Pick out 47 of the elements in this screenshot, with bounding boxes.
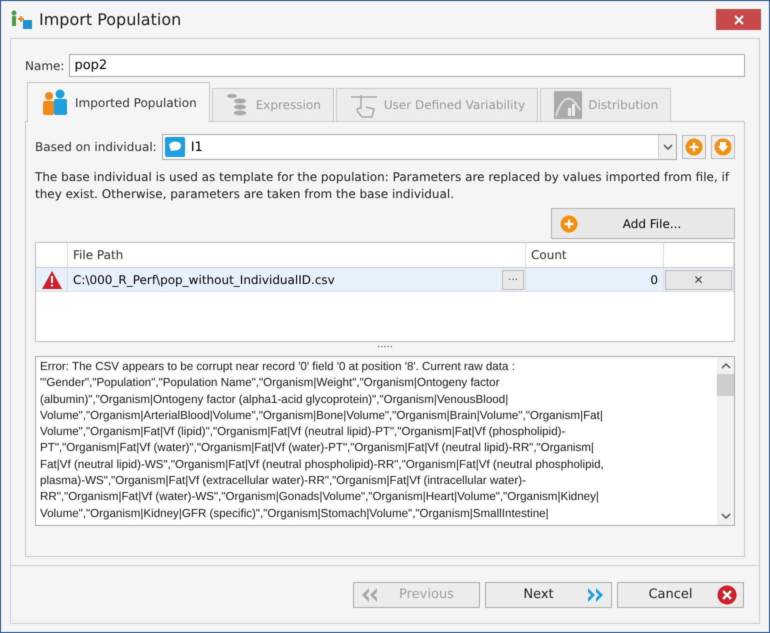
column-header: Count [526,243,664,267]
app-icon [11,10,33,30]
log-line: PT","Organism|Fat|Vf (water)","Organism|Fat|Vf (water)-PT","Organism|Fat|Vf (neutral lipid)-RR","Organism| [40,440,595,456]
splitter-grip[interactable]: ····· [377,342,393,356]
log-line: RR","Organism|Fat|Vf (water)-WS","Organism|Gonads|Volume","Organism|Heart|Volume","Organism|Kidney| [40,489,600,506]
log-line: '"Gender","Population","Population Name","Organism|Weight","Organism|Ontogeny factor [40,375,500,392]
load-individual-button[interactable] [711,135,735,159]
chevron-up-icon [720,362,730,370]
plus-icon [685,138,703,156]
individual-icon [164,137,185,157]
remove-button[interactable]: ✕ [665,270,732,290]
add-individual-button[interactable] [682,135,706,159]
name-label: Name: [25,58,64,72]
name-field[interactable]: pop2 [69,54,745,77]
individual-dropdown[interactable]: I1 [162,134,677,160]
people-icon [40,88,70,118]
browse-button[interactable]: ··· [502,270,524,290]
next-button[interactable]: Next [485,582,612,608]
close-icon [734,14,744,24]
log-line: Fat|Vf (neutral lipid)-WS","Organism|Fat|Vf (neutral phospholipid)-RR","Organism|Fat|Vf (neutral phospholipid, [40,456,605,473]
column-header: File Path [68,243,526,267]
log-line: plasma)-WS","Organism|Fat|Vf (extracellular water)-RR","Organism|Fat|Vf (intracellular water)- [40,473,527,490]
based-on-label: Based on individual: [35,140,157,154]
close-button[interactable] [716,9,761,30]
file-path: C:\000_R_Perf\pop_without_IndividualID.csv [73,272,336,286]
tab[interactable]: Imported Population [27,82,210,122]
chevron-down-icon [662,144,672,150]
log-line: (albumin)","Organism|Ontogeny factor (alpha1-acid glycoprotein)","Organism|VenousBlood| [40,392,510,408]
log-line: Volume","Organism|Kidney|GFR (specific)","Organism|Stomach|Volume","Organism|SmallIntestine| [40,506,550,522]
chevron-down-icon [720,512,730,520]
log-line: Volume","Organism|Fat|Vf (lipid)","Organism|Fat|Vf (neutral lipid)-PT","Organism|Fat|Vf (phospholipid)- [40,424,566,440]
close-icon [717,584,737,604]
cancel-button[interactable]: Cancel [617,582,744,608]
chart-icon [553,90,584,120]
double-right-arrow-icon [585,586,605,602]
description-text: The base individual is used as template for the population: Parameters are replaced by values imported from file, if they exist. Otherwise, parameters are taken from the base individual. [35,169,730,203]
add-file-button[interactable]: Add File... [551,208,735,239]
log-line: Error: The CSV appears to be corrupt near record '0' field '0 at position '8'. Current raw data : [40,359,516,375]
window-title: Import Population [39,10,182,29]
table-row[interactable]: C:\000_R_Perf\pop_without_IndividualID.csv ··· 0 ✕ [36,268,734,292]
scrollbar-thumb[interactable] [717,374,734,396]
double-left-arrow-icon [360,586,380,602]
count-value: 0 [650,272,658,286]
scrollbar[interactable] [717,357,734,525]
log-field[interactable] [35,356,735,526]
plus-icon [560,214,578,232]
log-line: Volume","Organism|ArterialBlood|Volume","Organism|Bone|Volume","Organism|Brain|Volume","Organism|Fat| [40,408,604,424]
